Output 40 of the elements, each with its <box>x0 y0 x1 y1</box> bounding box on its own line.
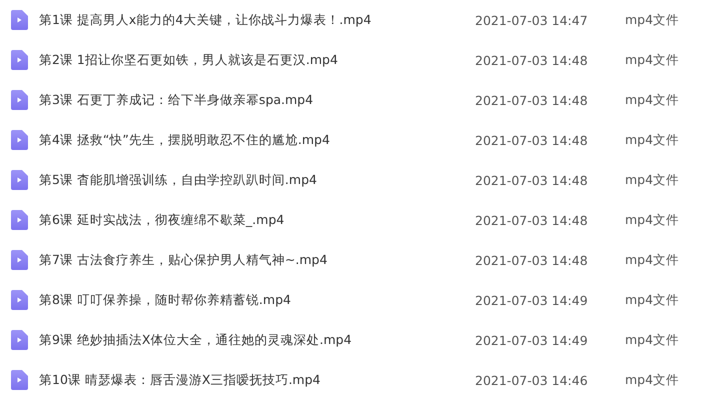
file-type: mp4文件 <box>625 92 680 108</box>
file-type: mp4文件 <box>625 52 680 68</box>
modified-date: 2021-07-03 14:47 <box>475 12 589 28</box>
video-file-icon <box>11 130 28 150</box>
video-file-icon <box>11 210 28 230</box>
modified-date: 2021-07-03 14:48 <box>475 252 589 268</box>
file-type: mp4文件 <box>625 172 680 188</box>
file-type: mp4文件 <box>625 372 680 388</box>
video-file-icon <box>11 170 28 190</box>
file-type: mp4文件 <box>625 212 680 228</box>
video-file-icon <box>11 370 28 390</box>
file-type: mp4文件 <box>625 332 680 348</box>
file-type: mp4文件 <box>625 12 680 28</box>
file-name[interactable]: 第10课 晴瑟爆表：唇舌漫游X三指嗳抚技巧.mp4 <box>39 372 475 388</box>
video-file-icon <box>11 90 28 110</box>
modified-date: 2021-07-03 14:48 <box>475 92 589 108</box>
video-file-icon <box>11 10 28 30</box>
file-type: mp4文件 <box>625 252 680 268</box>
file-name[interactable]: 第4课 拯救“快”先生，摆脱明敢忍不住的尴尬.mp4 <box>39 132 475 148</box>
file-name[interactable]: 第8课 叮叮保养操，随时帮你养精蓄锐.mp4 <box>39 292 475 308</box>
modified-date: 2021-07-03 14:49 <box>475 332 589 348</box>
file-name[interactable]: 第1课 提高男人x能力的4大关键，让你战斗力爆表！.mp4 <box>39 12 475 28</box>
file-name[interactable]: 第5课 杳能肌增强训练，自由学控趴趴时间.mp4 <box>39 172 475 188</box>
file-name[interactable]: 第6课 延时实战法，彻夜缠绵不歇菜_.mp4 <box>39 212 475 228</box>
modified-date: 2021-07-03 14:48 <box>475 52 589 68</box>
file-type: mp4文件 <box>625 292 680 308</box>
modified-date: 2021-07-03 14:48 <box>475 212 589 228</box>
file-name[interactable]: 第2课 1招让你坚石更如铁，男人就该是石更汉.mp4 <box>39 52 475 68</box>
video-file-icon <box>11 250 28 270</box>
file-name[interactable]: 第7课 古法食疗养生，贴心保护男人精气神~.mp4 <box>39 252 475 268</box>
modified-date: 2021-07-03 14:48 <box>475 132 589 148</box>
modified-date: 2021-07-03 14:49 <box>475 292 589 308</box>
video-file-icon <box>11 50 28 70</box>
modified-date: 2021-07-03 14:48 <box>475 172 589 188</box>
video-file-icon <box>11 330 28 350</box>
file-type: mp4文件 <box>625 132 680 148</box>
video-file-icon <box>11 290 28 310</box>
file-name[interactable]: 第9课 绝妙抽插法X体位大全，通往她的灵魂深处.mp4 <box>39 332 475 348</box>
modified-date: 2021-07-03 14:46 <box>475 372 589 388</box>
file-name[interactable]: 第3课 石更丁养成记：给下半身做亲幂spa.mp4 <box>39 92 475 108</box>
